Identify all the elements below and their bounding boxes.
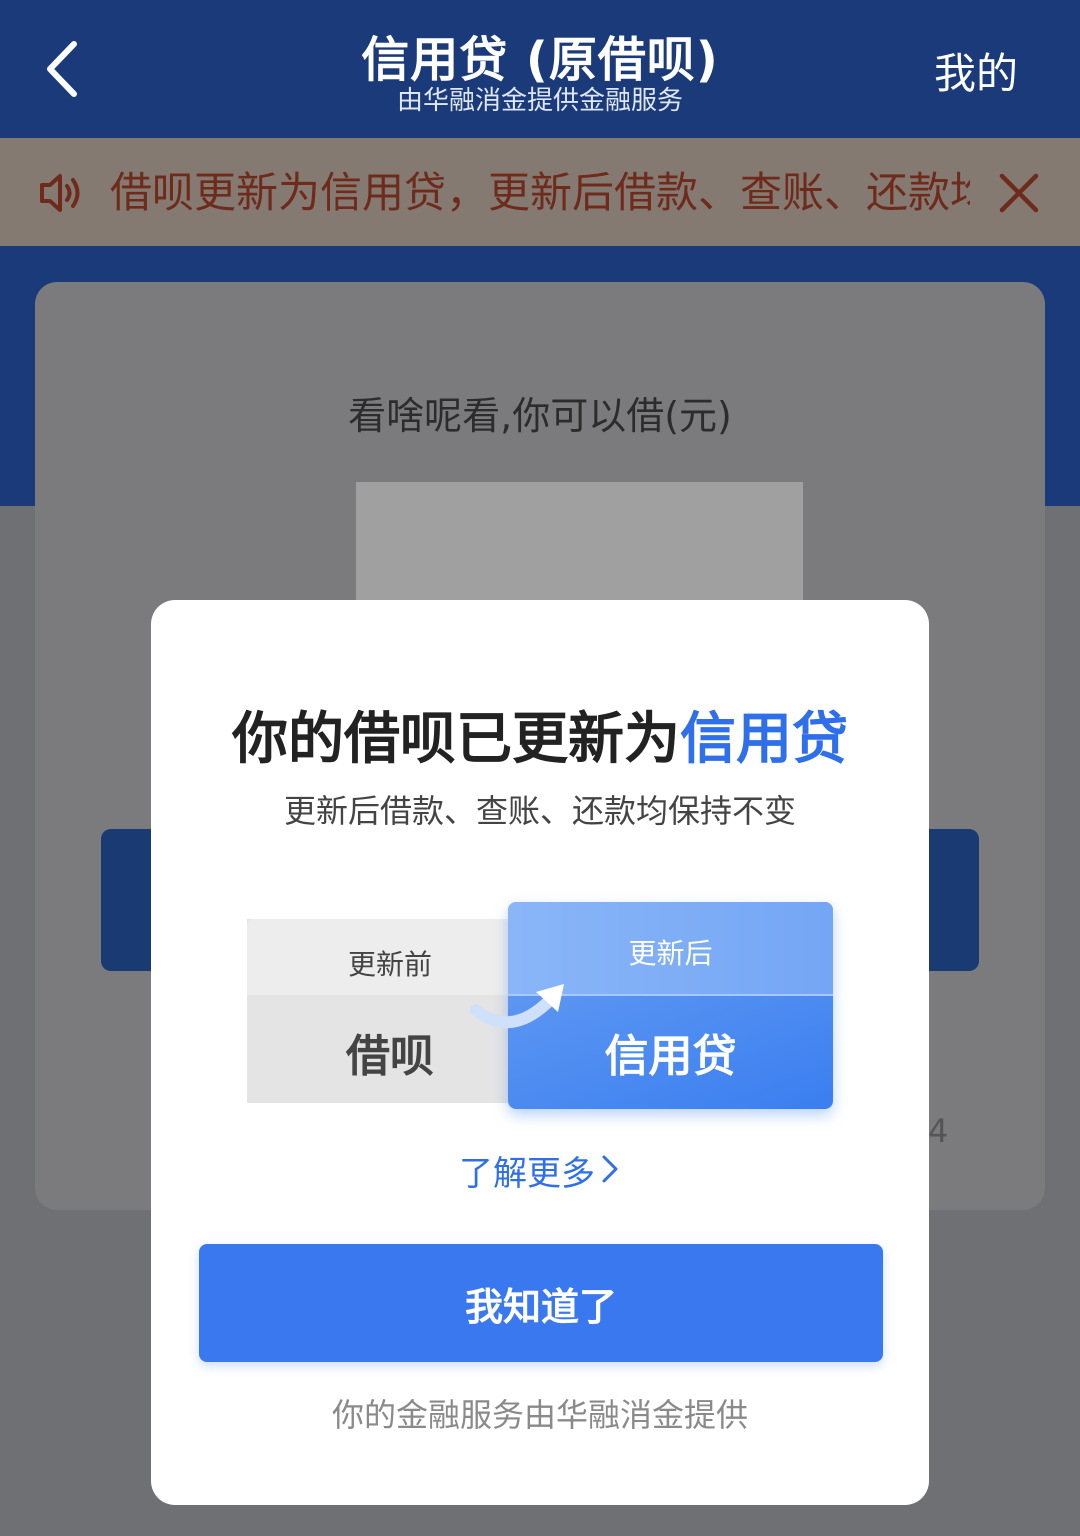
confirm-button[interactable]: 我知道了	[199, 1244, 883, 1362]
footer-note: 你的金融服务由华融消金提供	[331, 1396, 748, 1434]
modal-subtitle: 更新后借款、查账、还款均保持不变	[283, 792, 796, 830]
available-amount-label: 看啥呢看,你可以借(元)	[348, 394, 732, 438]
learn-more-label: 了解更多	[459, 1154, 595, 1194]
partial-text: 4	[928, 1112, 949, 1150]
speaker-icon	[36, 168, 88, 218]
notice-text: 借呗更新为信用贷，更新后借款、查账、还款均保持不变	[110, 168, 970, 217]
notice-close-button[interactable]	[996, 170, 1042, 216]
modal-title: 你的借呗已更新为信用贷	[0, 694, 1080, 775]
amount-redaction	[356, 482, 803, 605]
before-label: 更新前	[347, 948, 432, 981]
after-label: 更新后	[628, 937, 713, 970]
learn-more-link[interactable]: 了解更多	[0, 1146, 1080, 1195]
modal-title-prefix: 你的借呗已更新为	[232, 707, 680, 772]
close-icon	[999, 173, 1039, 213]
mine-button[interactable]: 我的	[934, 40, 1018, 101]
curved-arrow-icon	[470, 980, 570, 1040]
modal-title-highlight: 信用贷	[680, 707, 848, 772]
chevron-right-icon	[599, 1153, 621, 1194]
page-subtitle: 由华融消金提供金融服务	[396, 86, 683, 116]
